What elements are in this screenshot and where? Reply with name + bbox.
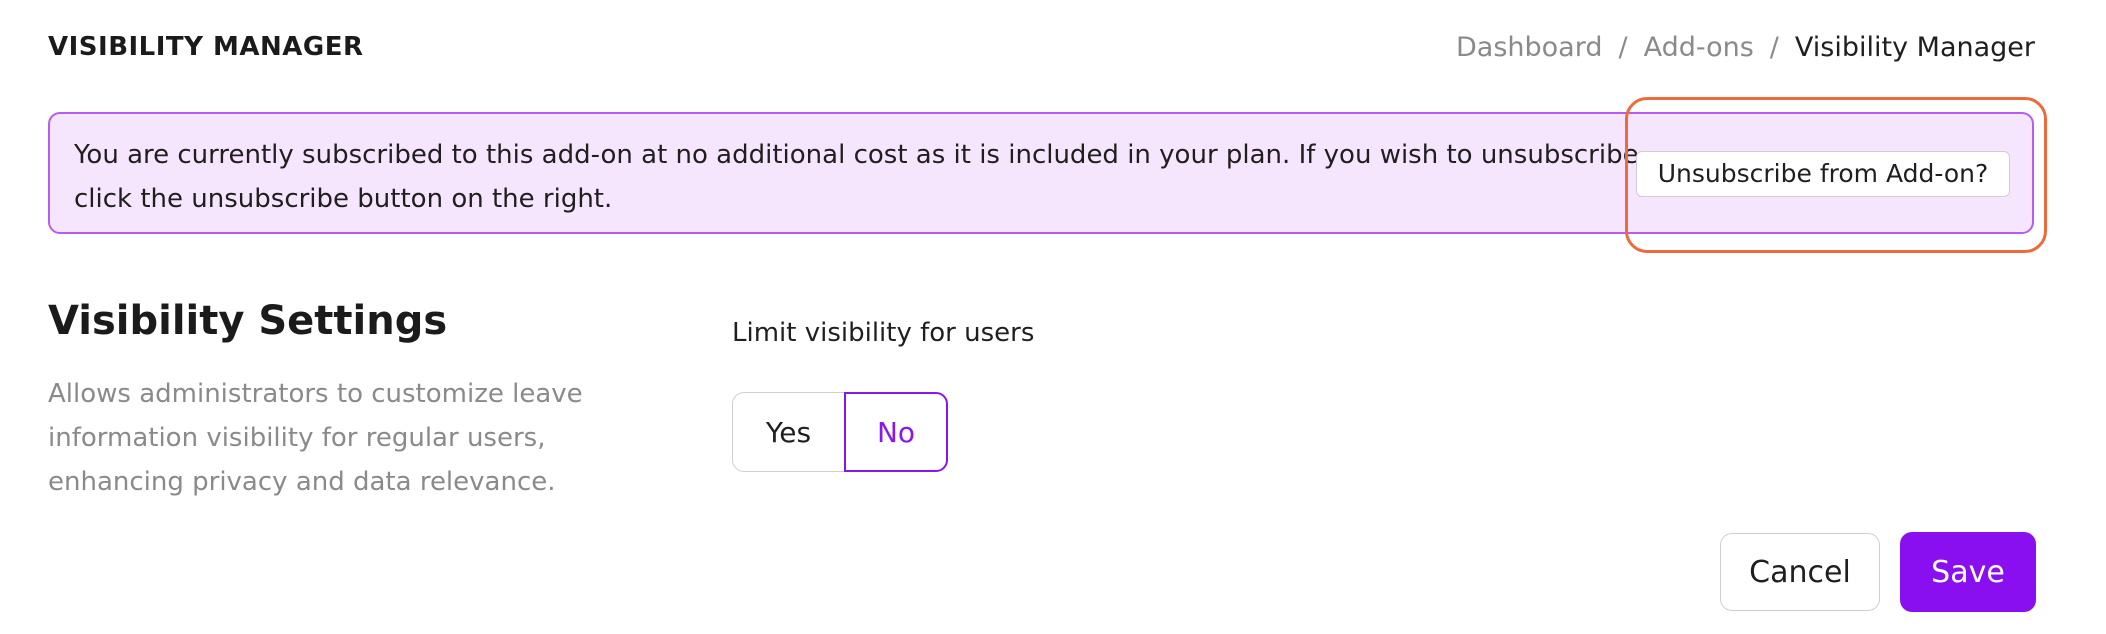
page-title: VISIBILITY MANAGER [48,32,364,62]
save-button[interactable]: Save [1900,532,2036,612]
subscription-message: You are currently subscribed to this add… [74,140,1647,214]
limit-visibility-label: Limit visibility for users [732,318,1035,348]
breadcrumb: Dashboard / Add-ons / Visibility Manager [1456,32,2035,63]
toggle-yes-button[interactable]: Yes [732,392,844,472]
limit-visibility-toggle: Yes No [732,392,948,472]
breadcrumb-separator: / [1618,32,1628,63]
section-title: Visibility Settings [48,298,448,344]
breadcrumb-current: Visibility Manager [1794,32,2035,63]
section-description: Allows administrators to customize leave… [48,379,583,497]
unsubscribe-button[interactable]: Unsubscribe from Add-on? [1636,151,2010,197]
toggle-no-button[interactable]: No [844,392,948,472]
breadcrumb-add-ons[interactable]: Add-ons [1644,32,1754,63]
cancel-button[interactable]: Cancel [1720,533,1880,611]
breadcrumb-separator: / [1769,32,1779,63]
breadcrumb-dashboard[interactable]: Dashboard [1456,32,1602,63]
